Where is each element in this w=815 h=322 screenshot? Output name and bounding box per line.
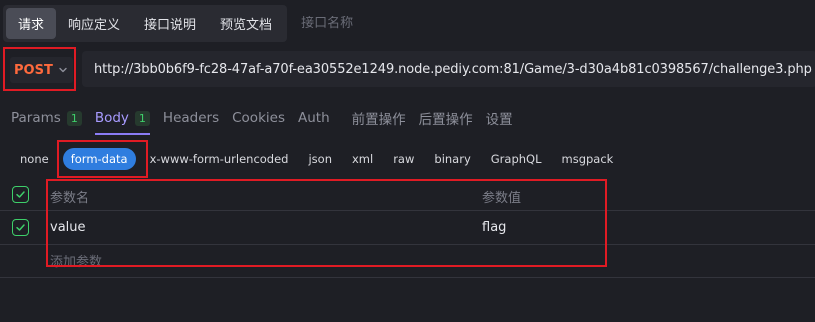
- add-param-row[interactable]: 添加参数: [0, 245, 815, 278]
- body-type-raw[interactable]: raw: [385, 148, 422, 170]
- add-param-placeholder[interactable]: 添加参数: [50, 251, 102, 270]
- method-label: POST: [14, 62, 53, 78]
- tab-request[interactable]: 请求: [6, 7, 57, 39]
- param-value-field[interactable]: flag: [482, 220, 506, 235]
- table-header-row: 参数名 参数值: [0, 178, 815, 211]
- tab-params-label: Params: [11, 110, 61, 126]
- body-type-msgpack[interactable]: msgpack: [554, 148, 622, 170]
- tab-api-description[interactable]: 接口说明: [132, 8, 208, 39]
- url-text: http://3bb0b6f9-fc28-47af-a70f-ea30552e1…: [94, 61, 812, 77]
- param-key-field[interactable]: value: [50, 220, 86, 235]
- body-type-form-data[interactable]: form-data: [62, 148, 136, 170]
- request-tab-bar: Params 1 Body 1 Headers Cookies Auth 前置操…: [0, 100, 815, 136]
- url-input[interactable]: http://3bb0b6f9-fc28-47af-a70f-ea30552e1…: [82, 51, 815, 87]
- tab-body-label: Body: [94, 110, 129, 126]
- body-type-x-www-form-urlencoded[interactable]: x-www-form-urlencoded: [142, 148, 297, 170]
- select-all-checkbox[interactable]: [12, 186, 29, 203]
- body-type-binary[interactable]: binary: [426, 148, 478, 170]
- method-select[interactable]: POST: [10, 57, 73, 83]
- tab-response-definition[interactable]: 响应定义: [56, 8, 132, 39]
- tab-body[interactable]: Body 1: [94, 100, 151, 136]
- value-column-header: 参数值: [482, 191, 522, 206]
- key-column-header: 参数名: [50, 191, 90, 206]
- tab-headers[interactable]: Headers: [163, 100, 219, 136]
- body-type-json[interactable]: json: [300, 148, 340, 170]
- check-icon: [16, 224, 25, 231]
- tab-params[interactable]: Params 1: [11, 100, 82, 136]
- tab-post-operations[interactable]: 后置操作: [419, 100, 473, 136]
- tab-settings[interactable]: 设置: [486, 100, 513, 136]
- tab-pre-operations[interactable]: 前置操作: [352, 100, 406, 136]
- tab-auth[interactable]: Auth: [298, 100, 330, 136]
- method-highlight-box: POST: [3, 47, 76, 91]
- body-count-badge: 1: [134, 110, 150, 126]
- top-tab-bar: 请求 响应定义 接口说明 预览文档: [0, 4, 462, 42]
- tab-cookies[interactable]: Cookies: [232, 100, 285, 136]
- body-type-graphql[interactable]: GraphQL: [483, 148, 550, 170]
- tab-preview-docs[interactable]: 预览文档: [208, 8, 284, 39]
- body-type-none[interactable]: none: [12, 148, 57, 170]
- chevron-down-icon: [59, 67, 67, 73]
- top-tab-group: 请求 响应定义 接口说明 预览文档: [3, 4, 288, 42]
- api-name-input[interactable]: [301, 15, 462, 31]
- check-icon: [16, 191, 25, 198]
- params-table: 参数名 参数值 value flag 添加参数: [0, 178, 815, 278]
- params-count-badge: 1: [66, 110, 82, 126]
- table-row: value flag: [0, 211, 815, 245]
- body-type-selector: none form-data x-www-form-urlencoded jso…: [0, 146, 621, 172]
- row-enabled-checkbox[interactable]: [12, 219, 29, 236]
- body-type-xml[interactable]: xml: [344, 148, 381, 170]
